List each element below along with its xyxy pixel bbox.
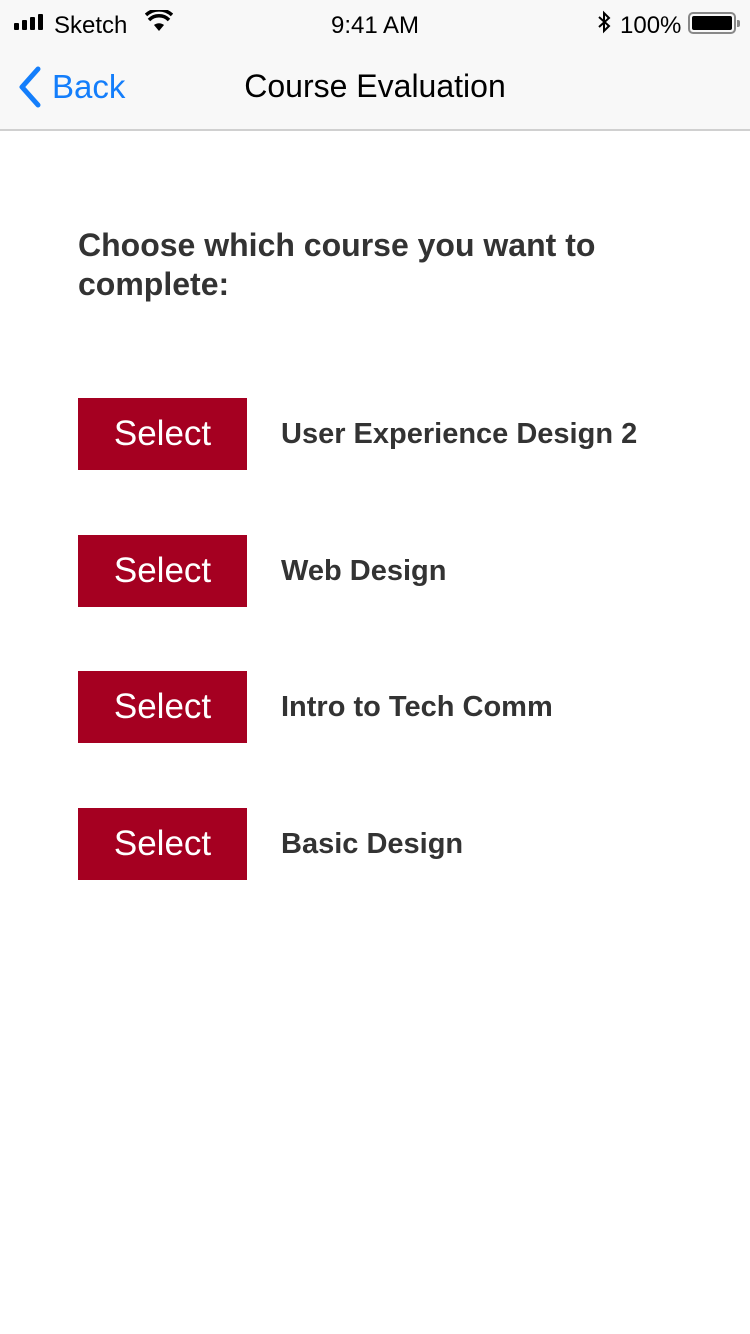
course-row: Select User Experience Design 2 — [78, 398, 637, 470]
instructions-heading: Choose which course you want to complete… — [78, 227, 596, 302]
course-row: Select Intro to Tech Comm — [78, 671, 553, 743]
bluetooth-icon — [598, 10, 611, 34]
battery-icon — [688, 12, 740, 34]
status-bar: Sketch 9:41 AM 100% — [0, 0, 750, 48]
course-row: Select Basic Design — [78, 808, 463, 880]
navigation-bar: Sketch 9:41 AM 100% Back Course Evaluati… — [0, 0, 750, 131]
course-name: Basic Design — [281, 827, 464, 860]
page-title: Course Evaluation — [244, 68, 506, 104]
select-button[interactable]: Select — [78, 535, 247, 607]
course-name: Intro to Tech Comm — [281, 690, 553, 723]
select-button[interactable]: Select — [78, 671, 247, 743]
select-button[interactable]: Select — [78, 398, 247, 470]
battery-percent: 100% — [620, 12, 682, 39]
course-name: User Experience Design 2 — [281, 417, 638, 450]
course-name: Web Design — [281, 554, 447, 587]
select-button[interactable]: Select — [78, 808, 247, 880]
course-row: Select Web Design — [78, 535, 446, 607]
